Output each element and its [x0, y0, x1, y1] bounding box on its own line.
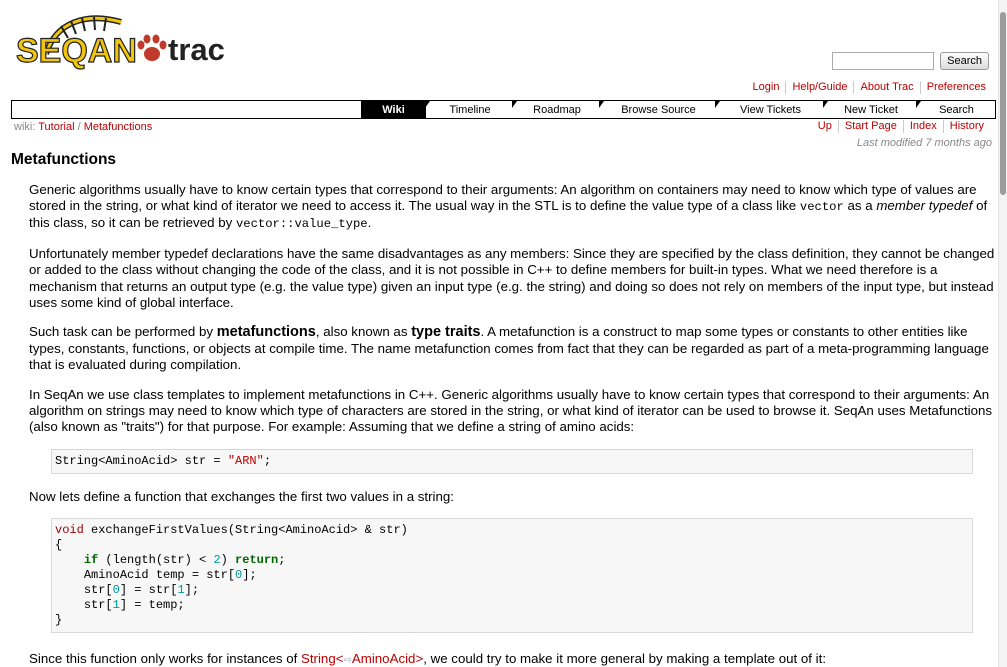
code2-line1: exchangeFirstValues(String<AminoAcid> & … [83, 523, 408, 538]
breadcrumb-separator: / [77, 121, 81, 133]
paragraph-3: Such task can be performed by metafuncti… [29, 324, 997, 373]
last-modified-prefix: Last modified [856, 137, 923, 149]
context-nav: Up Start Page Index History [812, 120, 990, 133]
code2-line5-num2: 1 [177, 583, 185, 598]
paragraph-1: Generic algorithms usually have to know … [29, 182, 997, 233]
code2-line6-a: str[ [83, 598, 113, 613]
code2-line3-mid: (length(str) < [98, 553, 214, 568]
paw-icon [137, 34, 167, 61]
tab-search[interactable]: Search [916, 101, 995, 118]
search-input[interactable] [832, 52, 935, 70]
main-nav-spacer [12, 101, 360, 118]
code2-line4-b: ]; [242, 568, 257, 583]
code2-line2: { [55, 538, 63, 553]
last-modified: Last modified 7 months ago [857, 137, 992, 149]
code-block-2: void exchangeFirstValues(String<AminoAci… [51, 518, 973, 634]
p3-text-a: Such task can be performed by [29, 324, 217, 340]
help-guide-link[interactable]: Help/Guide [785, 81, 853, 94]
meta-nav: Login Help/Guide About Trac Preferences [747, 81, 992, 94]
string-link[interactable]: String<⇨AminoAcid> [301, 651, 423, 666]
breadcrumb-prefix: wiki: [14, 121, 36, 133]
code2-void: void [55, 523, 84, 538]
code2-line4-a: AminoAcid temp = str[ [83, 568, 236, 583]
code2-line5-b: ] = str[ [119, 583, 178, 598]
p1-text-b: as a [843, 198, 877, 214]
history-link[interactable]: History [942, 120, 990, 133]
start-page-link[interactable]: Start Page [837, 120, 903, 133]
code2-line6-num: 1 [112, 598, 120, 613]
code-block-1: String<AminoAcid> str = "ARN"; [51, 448, 973, 474]
p1-text-d: . [367, 215, 372, 231]
tab-view-tickets[interactable]: View Tickets [715, 101, 824, 118]
p3-text-b: , also known as [315, 324, 412, 340]
code2-line3-paren: ) [220, 553, 236, 568]
code2-line5-a: str[ [83, 583, 113, 598]
code2-line5-num1: 0 [112, 583, 120, 598]
code-vector: vector [799, 200, 844, 215]
about-trac-link[interactable]: About Trac [853, 81, 919, 94]
main-nav: Wiki Timeline Roadmap Browse Source View… [11, 100, 996, 119]
code2-line5-c: ]; [184, 583, 200, 598]
paragraph-6: Since this function only works for insta… [29, 651, 826, 666]
paragraph-5: Now lets define a function that exchange… [29, 488, 454, 504]
string-link-text: String< [300, 651, 344, 666]
seqan-trac-logo[interactable]: SEQAN trac [15, 12, 231, 72]
page-title: Metafunctions [11, 151, 117, 168]
scrollbar-thumb[interactable] [1000, 12, 1006, 195]
search-button[interactable]: Search [940, 52, 989, 70]
up-link[interactable]: Up [812, 120, 838, 133]
code2-line7: } [55, 613, 63, 628]
index-link[interactable]: Index [902, 120, 943, 133]
breadcrumb-tutorial[interactable]: Tutorial [38, 121, 74, 133]
paragraph-4: In SeqAn we use class templates to imple… [29, 386, 993, 434]
logo-graphic: SEQAN trac [15, 15, 225, 71]
aminoacid-link-text: AminoAcid> [351, 651, 424, 666]
breadcrumb: wiki: Tutorial / Metafunctions [14, 121, 152, 133]
code2-line3-num: 2 [213, 553, 221, 568]
code2-line6-b: ] = temp; [119, 598, 185, 613]
paragraph-2: Unfortunately member typedef declaration… [29, 246, 995, 310]
strong-metafunctions: metafunctions [216, 324, 316, 341]
logo-seqan-text: SEQAN [16, 32, 137, 70]
code1-decl: String<AminoAcid> str = [55, 453, 228, 468]
code1-string: "ARN" [227, 453, 264, 468]
search-form: Search [832, 52, 989, 70]
login-link[interactable]: Login [747, 81, 786, 94]
preferences-link[interactable]: Preferences [919, 81, 992, 94]
tab-wiki[interactable]: Wiki [360, 101, 426, 118]
code-value-type: vector::value_type [235, 217, 368, 232]
code2-line3-end: ; [278, 553, 286, 568]
code2-if: if [83, 553, 99, 568]
vertical-scrollbar[interactable] [998, 0, 1007, 667]
logo-trac-text: trac [168, 32, 225, 67]
breadcrumb-metafunctions[interactable]: Metafunctions [84, 121, 152, 133]
p6-text-b: , we could try to make it more general b… [423, 651, 827, 666]
code2-return: return [235, 553, 279, 568]
last-modified-ago[interactable]: 7 months ago [925, 137, 992, 149]
tab-roadmap[interactable]: Roadmap [512, 101, 600, 118]
strong-type-traits: type traits [411, 324, 481, 341]
p6-text-a: Since this function only works for insta… [29, 651, 301, 666]
tab-timeline[interactable]: Timeline [425, 101, 513, 118]
external-link-icon: ⇨ [343, 655, 352, 666]
emphasis-member-typedef: member typedef [876, 198, 973, 214]
code1-end: ; [263, 453, 272, 468]
tab-new-ticket[interactable]: New Ticket [823, 101, 917, 118]
wiki-content: Generic algorithms usually have to know … [29, 182, 997, 648]
tab-browse-source[interactable]: Browse Source [599, 101, 716, 118]
